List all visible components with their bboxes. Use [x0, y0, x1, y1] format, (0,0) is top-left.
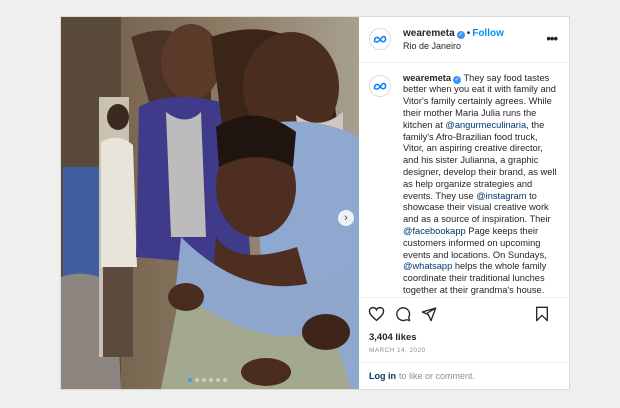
like-count[interactable]: 3,404 likes: [359, 330, 569, 343]
carousel-dot: [209, 378, 213, 382]
meta-logo-icon: [373, 36, 387, 44]
share-icon[interactable]: [421, 306, 437, 322]
carousel-dot: [223, 378, 227, 382]
location-link[interactable]: Rio de Janeiro: [403, 40, 504, 52]
heart-icon[interactable]: [368, 306, 385, 322]
login-prompt-text: to like or comment.: [399, 370, 476, 381]
post-header: wearemeta ✓ • Follow Rio de Janeiro •••: [359, 17, 569, 63]
caption-text: wearemeta ✓ They say food tastes better w…: [403, 73, 559, 297]
verified-badge-icon: ✓: [456, 31, 465, 40]
caption-part: , the family's Afro-Brazilian food truck…: [403, 119, 557, 201]
chevron-right-icon: ›: [344, 212, 348, 224]
caption-username[interactable]: wearemeta: [403, 73, 451, 83]
carousel-dot: [188, 378, 192, 382]
login-prompt: Log in to like or comment.: [359, 361, 569, 389]
caption-avatar[interactable]: [369, 74, 391, 97]
mention-link[interactable]: @facebookapp: [403, 226, 466, 236]
separator: •: [466, 28, 471, 40]
mention-link[interactable]: @instagram: [476, 191, 526, 201]
follow-button[interactable]: Follow: [472, 28, 504, 39]
instagram-post-embed: › wearemeta ✓ • Follow Rio de Janeiro •••: [60, 16, 570, 390]
carousel-dot: [202, 378, 206, 382]
login-link[interactable]: Log in: [369, 371, 396, 381]
meta-logo-icon: [373, 82, 387, 90]
header-text: wearemeta ✓ • Follow Rio de Janeiro: [403, 26, 504, 52]
mention-link[interactable]: @angurmeculinaria: [445, 120, 526, 130]
family-photo-image: [61, 17, 359, 389]
verified-badge-icon: ✓: [453, 75, 462, 84]
post-photo[interactable]: ›: [61, 17, 359, 389]
avatar[interactable]: [369, 28, 391, 51]
carousel-dots: [188, 378, 227, 382]
action-bar: [359, 296, 569, 330]
bookmark-icon[interactable]: [535, 306, 549, 322]
carousel-dot: [195, 378, 199, 382]
comment-icon[interactable]: [395, 306, 411, 322]
carousel-next-button[interactable]: ›: [338, 210, 354, 226]
post-date: MARCH 14, 2020: [369, 346, 426, 354]
post-sidebar: wearemeta ✓ • Follow Rio de Janeiro ••• wea…: [359, 17, 569, 389]
caption: wearemeta ✓ They say food tastes better w…: [359, 63, 569, 297]
more-options-icon[interactable]: •••: [546, 31, 558, 46]
carousel-dot: [216, 378, 220, 382]
mention-link[interactable]: @whatsapp: [403, 261, 452, 271]
username[interactable]: wearemeta: [403, 28, 455, 39]
